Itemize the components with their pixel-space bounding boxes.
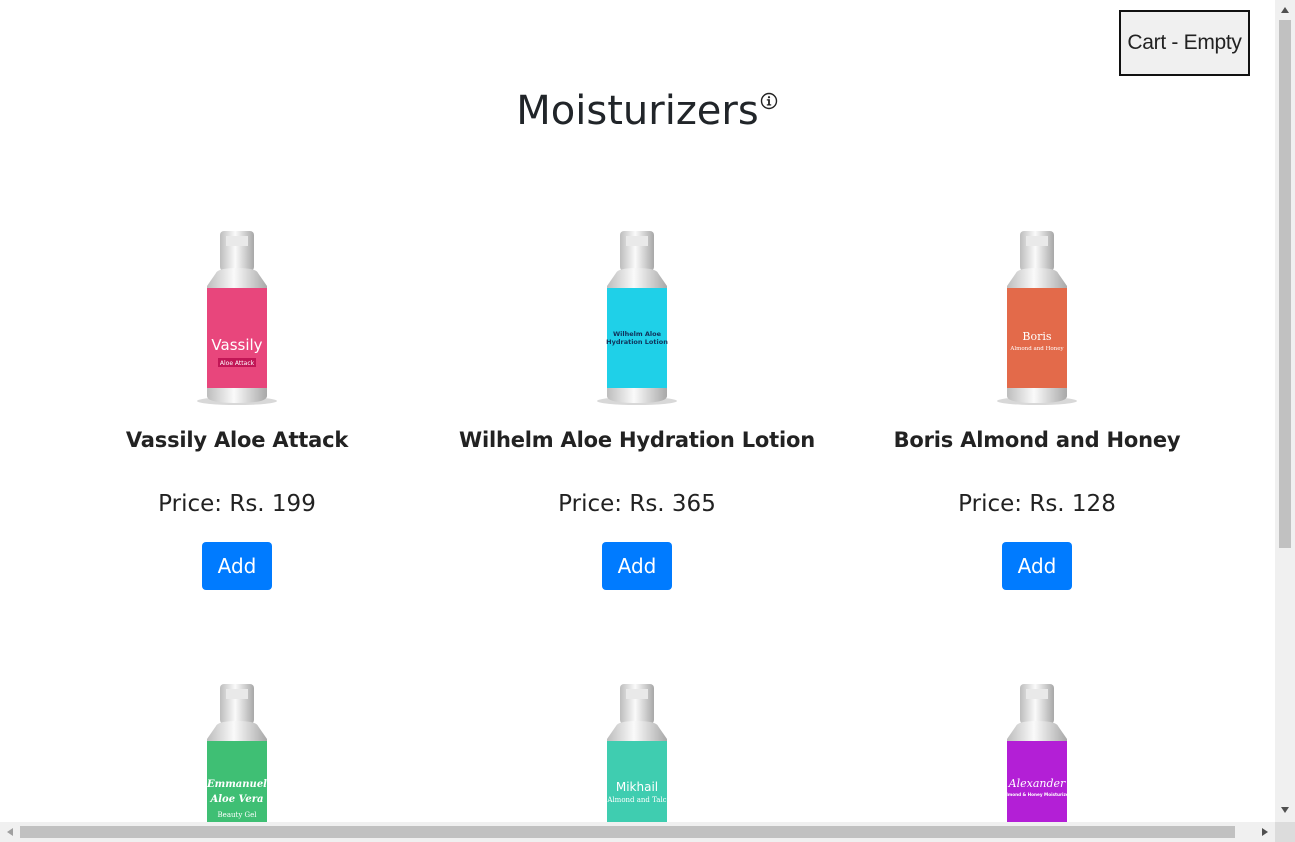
- product-image: Vassily Aloe Attack: [37, 228, 437, 408]
- bottle-image: Boris Almond and Honey: [997, 231, 1077, 405]
- product-image: Emmanuel Aloe Vera Beauty Gel: [37, 681, 437, 822]
- cart-button[interactable]: Cart - Empty: [1119, 10, 1250, 76]
- product-image: Mikhail Almond and Talc: [437, 681, 837, 822]
- bottle-image: Mikhail Almond and Talc: [606, 684, 667, 822]
- product-name: Wilhelm Aloe Hydration Lotion: [459, 428, 815, 452]
- scroll-left-arrow-icon[interactable]: [6, 827, 14, 837]
- page-viewport: Cart - Empty Moisturizers Vassily Aloe A…: [0, 0, 1275, 822]
- vertical-scrollbar[interactable]: [1275, 0, 1295, 822]
- page-title: Moisturizers: [516, 88, 759, 134]
- product-price: Price: Rs. 365: [558, 491, 716, 517]
- bottle-sub-text: Aloe Vera: [209, 794, 263, 805]
- bottle-sub-text: Almond and Talc: [606, 796, 666, 804]
- bottle-sub-text: Hydration Lotion: [606, 338, 668, 346]
- horizontal-scrollbar[interactable]: [0, 822, 1275, 842]
- bottle-brand-text: Vassily: [211, 336, 262, 354]
- bottle-sub-text: Almond & Honey Moisturizer: [1003, 792, 1072, 797]
- info-icon[interactable]: [760, 92, 778, 110]
- product-card: Wilhelm Aloe Hydration Lotion Wilhelm Al…: [437, 228, 837, 590]
- bottle-image: Emmanuel Aloe Vera Beauty Gel: [206, 684, 267, 822]
- product-price: Price: Rs. 128: [958, 491, 1116, 517]
- bottle-brand-text: Wilhelm Aloe: [613, 330, 662, 338]
- product-card: Emmanuel Aloe Vera Beauty Gel: [37, 681, 437, 822]
- bottle-brand-text: Alexander: [1008, 777, 1066, 790]
- add-button[interactable]: Add: [1002, 542, 1072, 590]
- scrollbar-corner: [1275, 822, 1295, 842]
- product-name: Vassily Aloe Attack: [125, 428, 349, 452]
- scroll-up-arrow-icon[interactable]: [1280, 6, 1290, 14]
- add-button[interactable]: Add: [602, 542, 672, 590]
- horizontal-scroll-thumb[interactable]: [20, 826, 1235, 838]
- product-image: Wilhelm Aloe Hydration Lotion: [437, 228, 837, 408]
- add-button[interactable]: Add: [202, 542, 272, 590]
- product-card: Vassily Aloe Attack Vassily Aloe Attack …: [37, 228, 437, 590]
- vertical-scroll-thumb[interactable]: [1279, 20, 1291, 548]
- bottle-brand-text: Emmanuel: [206, 779, 267, 790]
- bottle-brand-text: Boris: [1022, 330, 1051, 343]
- bottle-image: Alexander Almond & Honey Moisturizer: [1003, 684, 1072, 822]
- product-image: Boris Almond and Honey: [837, 228, 1237, 408]
- product-image: Alexander Almond & Honey Moisturizer: [837, 681, 1237, 822]
- bottle-image: Wilhelm Aloe Hydration Lotion: [597, 231, 677, 405]
- bottle-sub-text: Aloe Attack: [220, 360, 255, 367]
- bottle-image: Vassily Aloe Attack: [197, 231, 277, 405]
- product-card: Boris Almond and Honey Boris Almond and …: [837, 228, 1237, 590]
- scroll-down-arrow-icon[interactable]: [1280, 806, 1290, 814]
- bottle-brand-text: Mikhail: [616, 780, 658, 794]
- bottle-sub-text: Almond and Honey: [1009, 346, 1064, 352]
- product-name: Boris Almond and Honey: [893, 428, 1181, 452]
- product-card: Alexander Almond & Honey Moisturizer: [837, 681, 1237, 822]
- page-title-container: Moisturizers: [0, 88, 1275, 134]
- product-price: Price: Rs. 199: [158, 491, 316, 517]
- product-card: Mikhail Almond and Talc: [437, 681, 837, 822]
- scroll-right-arrow-icon[interactable]: [1261, 827, 1269, 837]
- bottle-extra-text: Beauty Gel: [218, 811, 258, 819]
- page-title-wrap: Moisturizers: [516, 88, 777, 134]
